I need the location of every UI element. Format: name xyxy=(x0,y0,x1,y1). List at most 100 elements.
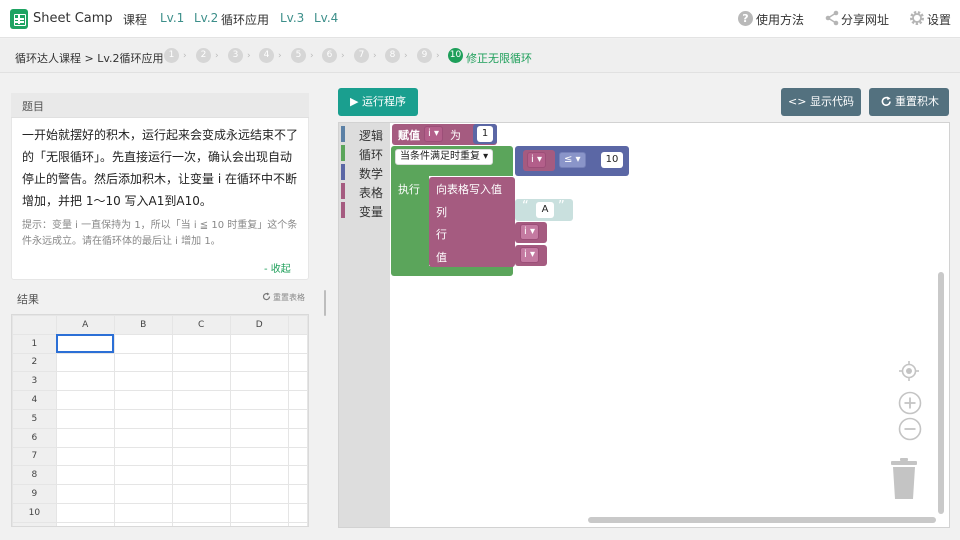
step-3[interactable]: 3 xyxy=(228,48,243,63)
column-value[interactable]: A xyxy=(536,202,554,218)
nav-lv2-name[interactable]: 循环应用 xyxy=(221,11,269,28)
row-header[interactable]: 3 xyxy=(12,371,57,392)
row-header[interactable]: 1 xyxy=(12,333,57,354)
compare-operator-dropdown[interactable]: ≤ ▾ xyxy=(559,152,586,168)
cell[interactable] xyxy=(113,502,173,523)
breadcrumb[interactable]: 循环达人课程 > Lv.2循环应用 xyxy=(15,50,164,66)
cell[interactable] xyxy=(287,352,308,373)
toolbox-category-variable[interactable]: 变量 xyxy=(359,203,383,220)
vertical-scrollbar[interactable] xyxy=(938,272,944,514)
column-header[interactable]: A xyxy=(55,315,115,335)
column-header[interactable]: D xyxy=(229,315,289,335)
column-header[interactable] xyxy=(287,315,308,335)
cell[interactable] xyxy=(55,446,115,467)
step-5[interactable]: 5 xyxy=(291,48,306,63)
cell[interactable] xyxy=(55,390,115,410)
compare-value[interactable]: 10 xyxy=(601,152,623,168)
init-value[interactable]: 1 xyxy=(477,126,493,142)
column-header[interactable]: C xyxy=(171,315,231,335)
row-header[interactable]: 5 xyxy=(12,408,57,429)
row-header[interactable]: 4 xyxy=(12,390,57,410)
reset-blocks-button[interactable]: 重置积木 xyxy=(869,88,949,116)
nav-lv1[interactable]: Lv.1 xyxy=(160,11,184,25)
cell[interactable] xyxy=(287,502,308,523)
cell[interactable] xyxy=(171,502,231,523)
cell[interactable] xyxy=(113,352,173,373)
cell[interactable] xyxy=(171,408,231,429)
assign-variable-dropdown[interactable]: i ▾ xyxy=(424,126,443,142)
cell[interactable] xyxy=(171,333,231,354)
cell[interactable] xyxy=(229,371,289,392)
cell[interactable] xyxy=(55,371,115,392)
cell[interactable] xyxy=(229,484,289,504)
step-2[interactable]: 2 xyxy=(196,48,211,63)
step-6[interactable]: 6 xyxy=(322,48,337,63)
column-header[interactable]: B xyxy=(113,315,173,335)
cell[interactable] xyxy=(113,427,173,448)
help-link[interactable]: 使用方法 xyxy=(756,11,804,28)
refresh-icon[interactable] xyxy=(262,292,271,301)
cell[interactable] xyxy=(55,521,115,526)
cell[interactable] xyxy=(113,446,173,467)
cell[interactable] xyxy=(171,465,231,486)
trash-icon[interactable] xyxy=(888,458,920,500)
cell[interactable] xyxy=(113,371,173,392)
cell[interactable] xyxy=(113,390,173,410)
share-icon[interactable] xyxy=(824,10,840,26)
toolbox-category-table[interactable]: 表格 xyxy=(359,184,383,201)
show-code-button[interactable]: <> 显示代码 xyxy=(781,88,861,116)
cell[interactable] xyxy=(229,521,289,526)
cell[interactable] xyxy=(287,408,308,429)
nav-lv4[interactable]: Lv.4 xyxy=(314,11,338,25)
cell[interactable] xyxy=(171,427,231,448)
cell[interactable] xyxy=(287,333,308,354)
toolbox-category-loop[interactable]: 循环 xyxy=(359,146,383,163)
cell-a1-selected[interactable] xyxy=(55,333,115,354)
row-header[interactable]: 9 xyxy=(12,484,57,504)
cell[interactable] xyxy=(55,408,115,429)
cell[interactable] xyxy=(287,371,308,392)
cell[interactable] xyxy=(287,390,308,410)
cell[interactable] xyxy=(55,465,115,486)
cell[interactable] xyxy=(287,484,308,504)
row-header[interactable]: 6 xyxy=(12,427,57,448)
while-mode-dropdown[interactable]: 当条件满足时重复 ▾ xyxy=(395,149,494,165)
brand-name[interactable]: Sheet Camp xyxy=(33,11,113,26)
cell[interactable] xyxy=(171,352,231,373)
cell[interactable] xyxy=(171,390,231,410)
cell[interactable] xyxy=(287,465,308,486)
row-variable-dropdown[interactable]: i ▾ xyxy=(520,224,539,240)
cell[interactable] xyxy=(287,521,308,526)
cell[interactable] xyxy=(113,465,173,486)
cell[interactable] xyxy=(229,427,289,448)
gear-icon[interactable] xyxy=(909,10,925,26)
cell[interactable] xyxy=(113,521,173,526)
cell[interactable] xyxy=(287,427,308,448)
toolbox-category-logic[interactable]: 逻辑 xyxy=(359,127,383,144)
zoom-in-icon[interactable] xyxy=(898,391,922,415)
toolbox-category-math[interactable]: 数学 xyxy=(359,165,383,182)
panel-resize-handle[interactable] xyxy=(324,290,326,316)
cell[interactable] xyxy=(229,446,289,467)
run-program-button[interactable]: ▶ 运行程序 xyxy=(338,88,418,116)
spreadsheet[interactable]: A B C D 1 2 3 4 5 6 7 8 9 10 11 xyxy=(11,314,309,527)
cell[interactable] xyxy=(229,465,289,486)
settings-link[interactable]: 设置 xyxy=(927,11,951,28)
value-variable-dropdown[interactable]: i ▾ xyxy=(520,247,539,263)
zoom-out-icon[interactable] xyxy=(898,417,922,441)
row-header[interactable]: 11 xyxy=(12,521,57,526)
share-link[interactable]: 分享网址 xyxy=(841,11,889,28)
help-icon[interactable]: ? xyxy=(738,11,753,26)
step-8[interactable]: 8 xyxy=(385,48,400,63)
cell[interactable] xyxy=(171,484,231,504)
cell[interactable] xyxy=(55,502,115,523)
step-1[interactable]: 1 xyxy=(164,48,179,63)
cell[interactable] xyxy=(171,371,231,392)
cell[interactable] xyxy=(113,333,173,354)
row-header[interactable]: 7 xyxy=(12,446,57,467)
spreadsheet-grid[interactable]: A B C D 1 2 3 4 5 6 7 8 9 10 11 xyxy=(12,315,308,526)
cell[interactable] xyxy=(229,502,289,523)
nav-course[interactable]: 课程 xyxy=(123,11,147,28)
step-9[interactable]: 9 xyxy=(417,48,432,63)
cell[interactable] xyxy=(55,427,115,448)
